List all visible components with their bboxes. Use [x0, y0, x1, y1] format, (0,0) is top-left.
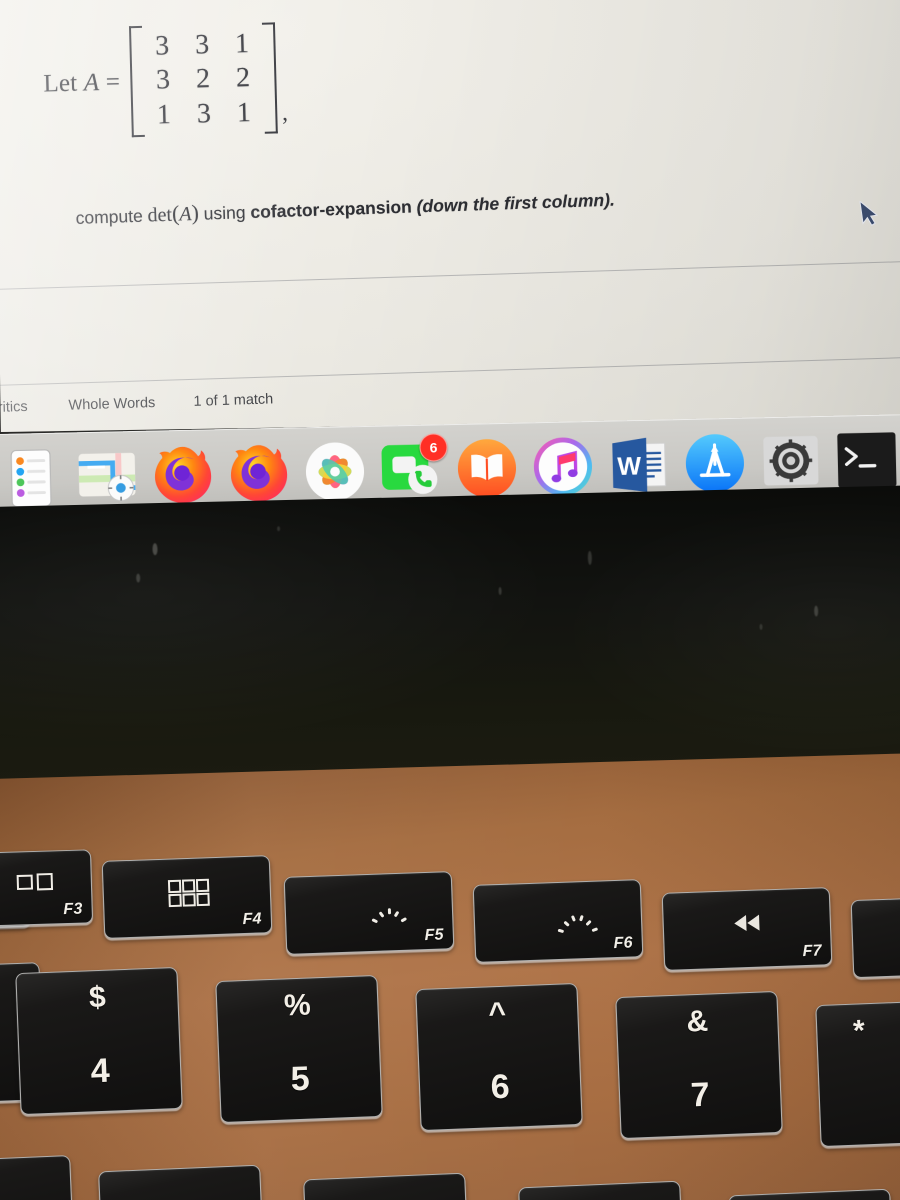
key-row3-item[interactable] [728, 1188, 894, 1200]
key-row3-item[interactable] [303, 1172, 469, 1200]
key-f7[interactable]: F7 [661, 887, 833, 971]
key-f5[interactable]: F5 [283, 871, 455, 955]
key-5-digit-label: 5 [289, 1059, 311, 1099]
key-f8-partial[interactable] [850, 895, 900, 979]
key-row3-item[interactable] [518, 1180, 684, 1200]
key-5[interactable]: % 5 [215, 974, 383, 1124]
key-8-partial[interactable]: * [815, 998, 900, 1148]
key-7-digit-label: 7 [689, 1075, 711, 1115]
key-f6[interactable]: F6 [472, 879, 644, 963]
key-5-shift-label: % [283, 988, 312, 1023]
key-f4-label: F4 [242, 910, 263, 929]
rewind-icon [734, 914, 760, 932]
mission-control-icon [16, 873, 54, 891]
key-f6-label: F6 [613, 934, 634, 953]
keyboard[interactable]: F3 F4 F5 F6 F7 $ 4 % 5 ^ 6 & 7 * [0, 0, 900, 1200]
key-f3[interactable]: F3 [0, 849, 94, 927]
key-f7-label: F7 [802, 942, 823, 961]
key-row3-item[interactable] [98, 1164, 264, 1200]
key-4-digit-label: 4 [89, 1051, 111, 1091]
key-f3-label: F3 [63, 900, 83, 919]
key-6-digit-label: 6 [489, 1067, 511, 1107]
key-4-shift-label: $ [88, 980, 107, 1015]
key-7[interactable]: & 7 [615, 990, 783, 1140]
key-f5-label: F5 [424, 926, 445, 945]
key-row3-item[interactable] [0, 1155, 74, 1200]
laptop-photo: Let A = 3 3 1 3 2 2 1 3 1 , compute det(… [0, 0, 900, 1200]
key-7-shift-label: & [685, 1004, 709, 1039]
key-6-shift-label: ^ [487, 996, 507, 1031]
key-4[interactable]: $ 4 [15, 966, 183, 1116]
key-8-shift-label: * [852, 1014, 866, 1048]
key-f4[interactable]: F4 [101, 855, 273, 939]
launchpad-grid-icon [167, 878, 210, 908]
key-6[interactable]: ^ 6 [415, 982, 583, 1132]
